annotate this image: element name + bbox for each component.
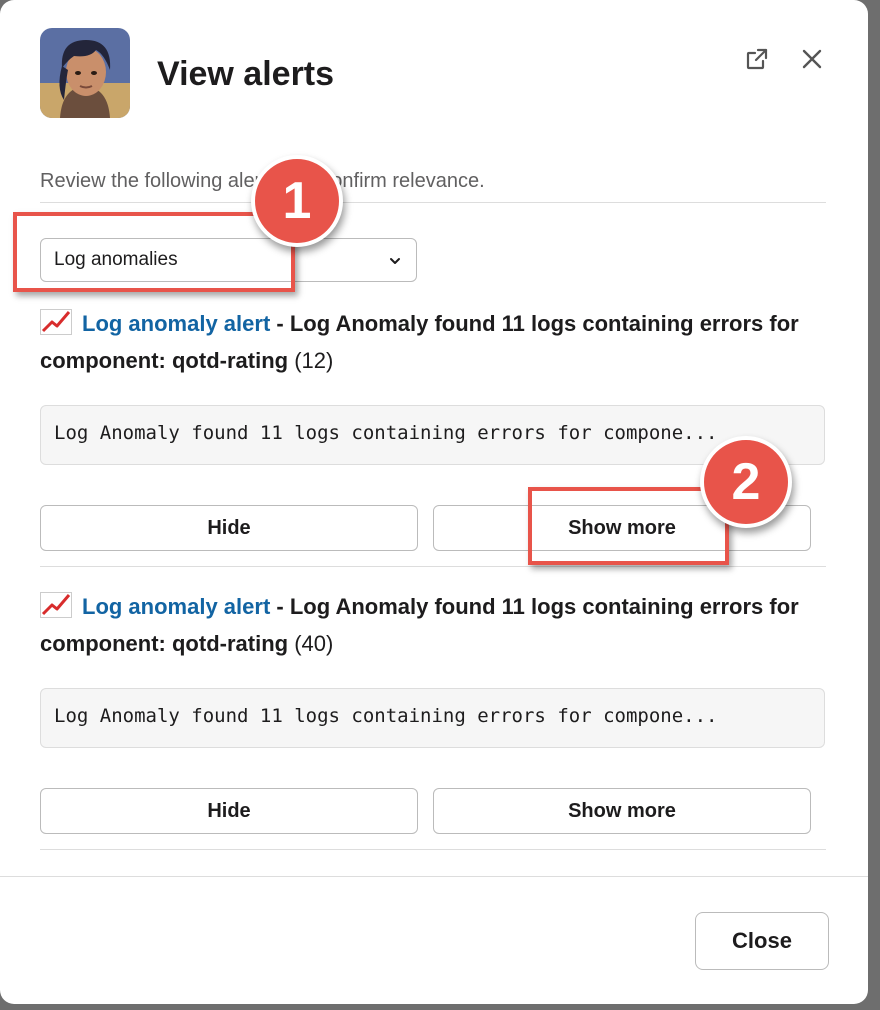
- hide-button[interactable]: Hide: [40, 788, 418, 834]
- alert-count: (40): [288, 631, 334, 656]
- alert-count: (12): [288, 348, 334, 373]
- alert-heading: Log anomaly alert - Log Anomaly found 11…: [40, 588, 820, 662]
- close-button[interactable]: Close: [695, 912, 829, 970]
- close-icon[interactable]: [795, 42, 829, 76]
- chart-increasing-icon: [40, 592, 72, 618]
- alert-link[interactable]: Log anomaly alert: [82, 594, 270, 619]
- alert-heading: Log anomaly alert - Log Anomaly found 11…: [40, 305, 820, 379]
- external-link-icon[interactable]: [740, 42, 774, 76]
- chart-increasing-icon: [40, 309, 72, 335]
- divider: [40, 202, 826, 203]
- hide-button[interactable]: Hide: [40, 505, 418, 551]
- divider: [40, 566, 826, 567]
- callout-badge-1: 1: [251, 155, 343, 247]
- divider: [40, 849, 826, 850]
- callout-highlight-2: [528, 487, 729, 565]
- show-more-button[interactable]: Show more: [433, 788, 811, 834]
- alert-link[interactable]: Log anomaly alert: [82, 311, 270, 336]
- avatar: [40, 28, 130, 118]
- alert-preview: Log Anomaly found 11 logs containing err…: [40, 688, 825, 748]
- callout-badge-2: 2: [700, 436, 792, 528]
- chevron-down-icon: [388, 254, 402, 273]
- footer-divider: [0, 876, 868, 877]
- modal-title: View alerts: [157, 55, 335, 93]
- view-alerts-modal: View alerts Review the following alerts …: [0, 0, 868, 1004]
- callout-highlight-1: [13, 212, 295, 292]
